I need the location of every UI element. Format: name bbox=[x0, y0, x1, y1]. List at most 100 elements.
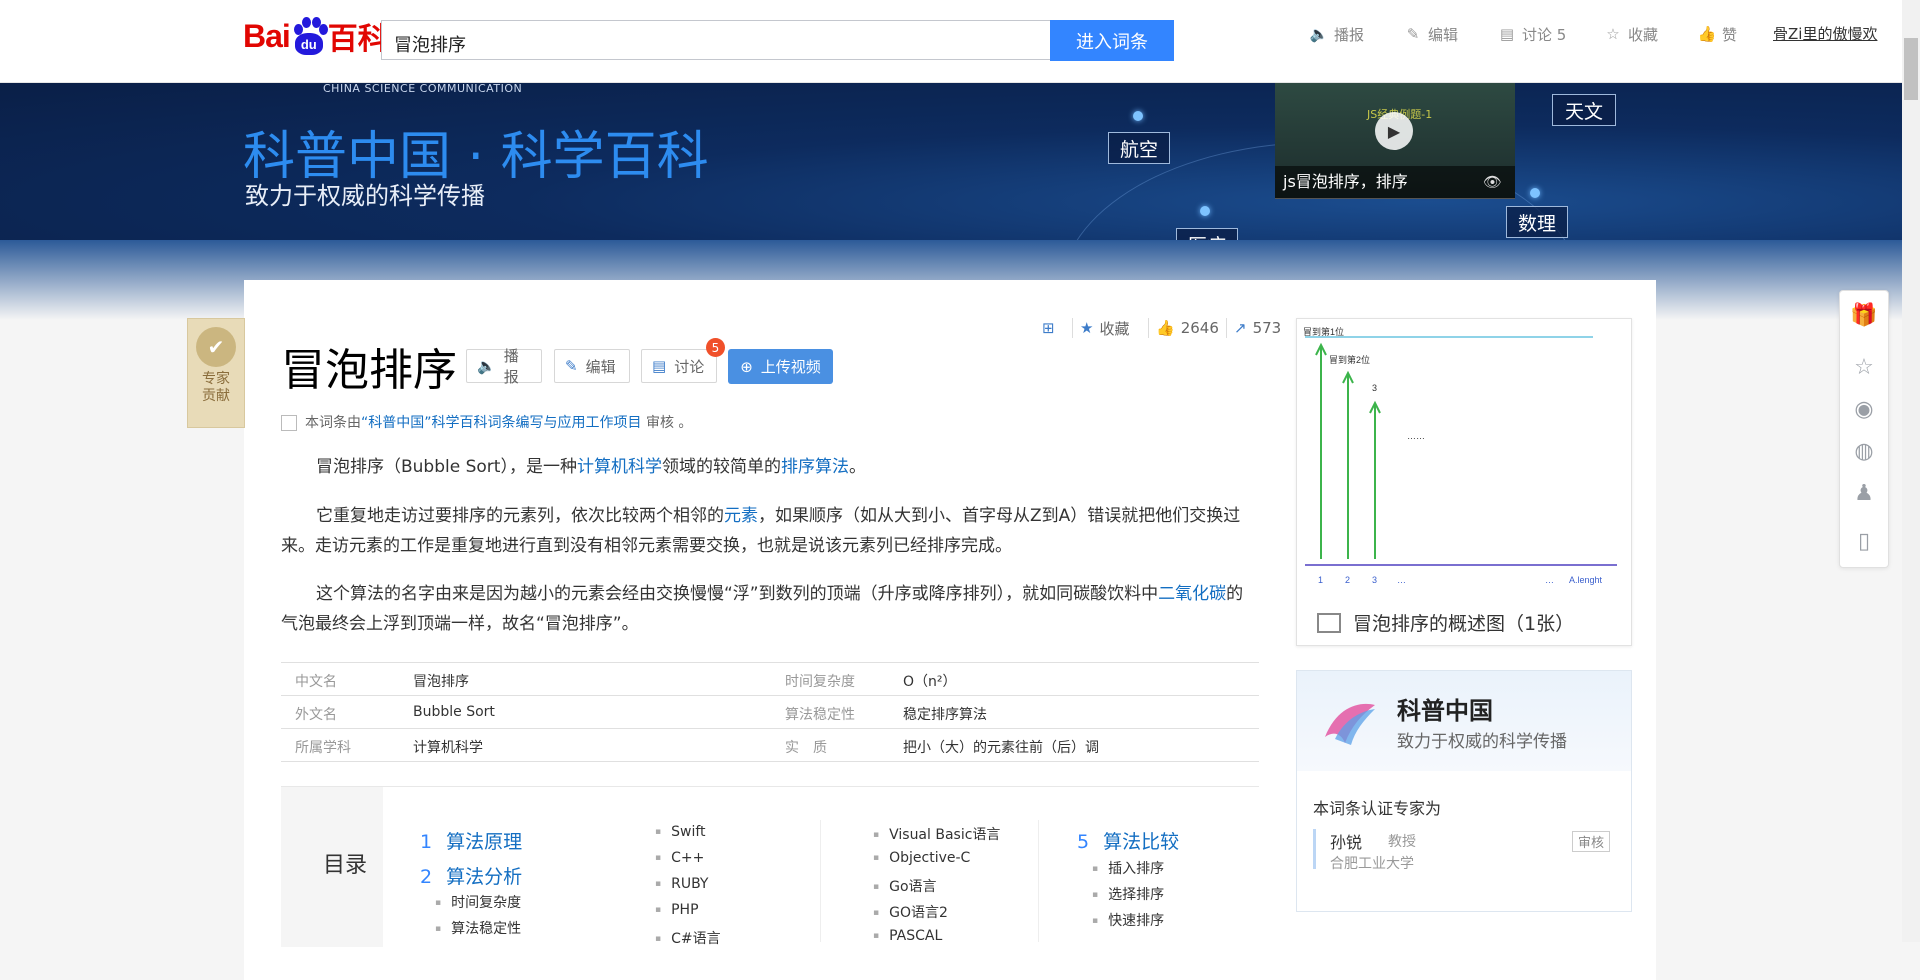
broadcast-button[interactable]: 🔈 播报 bbox=[466, 347, 542, 386]
comment-icon: ▤ bbox=[652, 357, 667, 375]
document-icon bbox=[281, 415, 297, 431]
toc-subitem[interactable]: 插入排序 bbox=[1092, 858, 1164, 878]
review-project-link[interactable]: “科普中国”科学百科词条编写与应用工作项目 bbox=[361, 415, 642, 431]
top-broadcast-link[interactable]: 🔈 播报 bbox=[1310, 23, 1364, 45]
toc-subitem[interactable]: Swift bbox=[655, 824, 705, 840]
top-discuss-link[interactable]: ▤ 讨论 5 bbox=[1498, 23, 1566, 45]
paragraph-2: 它重复地走访过要排序的元素列，依次比较两个相邻的元素，如果顺序（如从大到小、首字… bbox=[281, 506, 1241, 556]
link-element[interactable]: 元素 bbox=[724, 506, 758, 526]
logo-bai: Bai bbox=[243, 17, 291, 54]
expert-entry[interactable]: 孙锐 教授 合肥工业大学 审核 bbox=[1313, 829, 1616, 872]
album-caption[interactable]: 冒泡排序的概述图（1张） bbox=[1317, 609, 1574, 636]
review-tag: 审核 bbox=[1572, 831, 1611, 852]
kepu-name: 科普中国 bbox=[1397, 697, 1493, 725]
toc-subitem[interactable]: PHP bbox=[655, 902, 698, 918]
search-value: 冒泡排序 bbox=[394, 35, 466, 56]
toc-subitem[interactable]: Visual Basic语言 bbox=[873, 824, 1000, 844]
toc-subitem[interactable]: C#语言 bbox=[655, 928, 721, 948]
enter-entry-button[interactable]: 进入词条 bbox=[1050, 20, 1174, 61]
discuss-count-badge: 5 bbox=[706, 338, 725, 357]
toc-subitem[interactable]: C++ bbox=[655, 850, 704, 866]
discuss-button[interactable]: ▤ 讨论 bbox=[641, 349, 717, 383]
toc-item-analysis[interactable]: 2 算法分析 bbox=[420, 862, 522, 889]
mobile-icon[interactable]: ▯ bbox=[1840, 521, 1888, 561]
upload-video-button[interactable]: ⊕ 上传视频 bbox=[728, 349, 833, 384]
scrollbar-thumb[interactable] bbox=[1904, 38, 1918, 100]
gift-icon[interactable]: 🎁 bbox=[1840, 295, 1888, 335]
video-thumbnail[interactable]: JS经典例题-1 ▶ js冒泡排序，排序 👁 bbox=[1275, 82, 1515, 199]
plus-square-icon: ⊞ bbox=[1042, 319, 1055, 337]
toc-subitem[interactable]: 时间复杂度 bbox=[435, 892, 521, 912]
like-button[interactable]: 👍 2646 bbox=[1156, 318, 1219, 338]
toc-label: 目录 bbox=[323, 853, 368, 878]
pencil-icon: ✎ bbox=[565, 357, 578, 375]
star-icon[interactable]: ☆ bbox=[1840, 347, 1888, 387]
diagram-label: 冒到第1位 bbox=[1303, 326, 1344, 337]
share-button[interactable]: ↗ 573 bbox=[1234, 318, 1281, 338]
link-computer-science[interactable]: 计算机科学 bbox=[577, 457, 662, 477]
node-dot bbox=[1133, 111, 1143, 121]
toc-item-principle[interactable]: 1 算法原理 bbox=[420, 827, 522, 854]
add-icon-button[interactable]: ⊞ bbox=[1042, 318, 1061, 338]
top-collect-link[interactable]: ☆ 收藏 bbox=[1604, 23, 1658, 45]
diagram-label: 3 bbox=[1372, 575, 1377, 585]
thumb-up-icon: 👍 bbox=[1156, 319, 1175, 337]
divider bbox=[1226, 318, 1227, 338]
share-icon: ↗ bbox=[1234, 319, 1247, 337]
tag-astronomy[interactable]: 天文 bbox=[1552, 94, 1616, 126]
expert-unit: 合肥工业大学 bbox=[1330, 856, 1414, 872]
user-link[interactable]: 骨Zi里的傲慢欢 bbox=[1773, 23, 1877, 44]
toc-subitem[interactable]: 快速排序 bbox=[1092, 910, 1164, 930]
toc-subitem[interactable]: GO语言2 bbox=[873, 902, 948, 922]
toc-subitem[interactable]: Go语言 bbox=[873, 876, 936, 896]
banner-english-title: CHINA SCIENCE COMMUNICATION bbox=[323, 82, 523, 95]
banner-subtitle: 致力于权威的科学传播 bbox=[245, 182, 485, 210]
info-row: 外文名 Bubble Sort 算法稳定性 稳定排序算法 bbox=[281, 695, 1259, 728]
toc-item-comparison[interactable]: 5 算法比较 bbox=[1077, 827, 1179, 854]
thumb-up-icon: 👍 bbox=[1697, 25, 1717, 43]
node-dot bbox=[1530, 188, 1540, 198]
toc-subitem[interactable]: RUBY bbox=[655, 876, 708, 892]
edit-button[interactable]: ✎ 编辑 bbox=[554, 349, 630, 383]
kepu-logo-icon bbox=[1325, 703, 1375, 745]
toc-subitem[interactable]: Objective-C bbox=[873, 850, 970, 866]
baidu-baike-logo[interactable]: Bai du 百科 bbox=[243, 14, 388, 58]
kepu-china-card: 科普中国 致力于权威的科学传播 本词条认证专家为 孙锐 教授 合肥工业大学 审核 bbox=[1296, 670, 1632, 912]
entry-title: 冒泡排序 bbox=[281, 345, 457, 396]
link-carbon-dioxide[interactable]: 二氧化碳 bbox=[1158, 584, 1226, 604]
wechat-icon[interactable]: ◍ bbox=[1840, 431, 1888, 471]
diagram-label: A.lenght bbox=[1569, 575, 1603, 585]
toc-label-box: 目录 bbox=[281, 787, 383, 947]
overview-album[interactable]: 冒到第1位 冒到第2位 3 …… 1 2 3 … … A.lenght 冒泡排序… bbox=[1296, 318, 1632, 646]
collect-button[interactable]: ★ 收藏 bbox=[1080, 318, 1129, 338]
top-like-link[interactable]: 👍 赞 bbox=[1698, 23, 1737, 45]
expert-title: 教授 bbox=[1388, 834, 1416, 850]
star-icon: ★ bbox=[1080, 319, 1094, 337]
search-input[interactable]: 冒泡排序 bbox=[381, 20, 1051, 60]
toc-subitem[interactable]: 选择排序 bbox=[1092, 884, 1164, 904]
speaker-icon: 🔈 bbox=[1309, 25, 1329, 43]
expert-contribution-tab[interactable]: ✔ 专家贡献 bbox=[187, 318, 245, 428]
tag-math-physics[interactable]: 数理 bbox=[1506, 206, 1568, 238]
logo-baike: 百科 bbox=[327, 22, 388, 57]
eye-icon: 👁 bbox=[1483, 173, 1503, 191]
pencil-icon: ✎ bbox=[1406, 25, 1420, 43]
bubble-sort-diagram: 冒到第1位 冒到第2位 3 …… 1 2 3 … … A.lenght bbox=[1303, 326, 1617, 585]
link-sorting-algorithm[interactable]: 排序算法 bbox=[781, 457, 849, 477]
toc-subitem[interactable]: 算法稳定性 bbox=[435, 918, 521, 938]
diagram-label: … bbox=[1545, 575, 1554, 585]
node-dot bbox=[1200, 206, 1210, 216]
medal-icon: ✔ bbox=[196, 327, 236, 367]
scrollbar[interactable] bbox=[1902, 0, 1920, 942]
top-edit-link[interactable]: ✎ 编辑 bbox=[1404, 23, 1458, 45]
share-sidebar: 🎁 ☆ ◉ ◍ ♟ ▯ bbox=[1839, 290, 1889, 568]
diagram-label: … bbox=[1397, 575, 1406, 585]
qq-icon[interactable]: ♟ bbox=[1840, 473, 1888, 513]
divider bbox=[820, 820, 821, 942]
play-icon[interactable]: ▶ bbox=[1375, 112, 1413, 150]
divider bbox=[1038, 820, 1039, 942]
diagram-label: 1 bbox=[1318, 575, 1323, 585]
picture-icon bbox=[1317, 612, 1341, 633]
weibo-icon[interactable]: ◉ bbox=[1840, 389, 1888, 429]
tag-aviation[interactable]: 航空 bbox=[1108, 132, 1170, 164]
